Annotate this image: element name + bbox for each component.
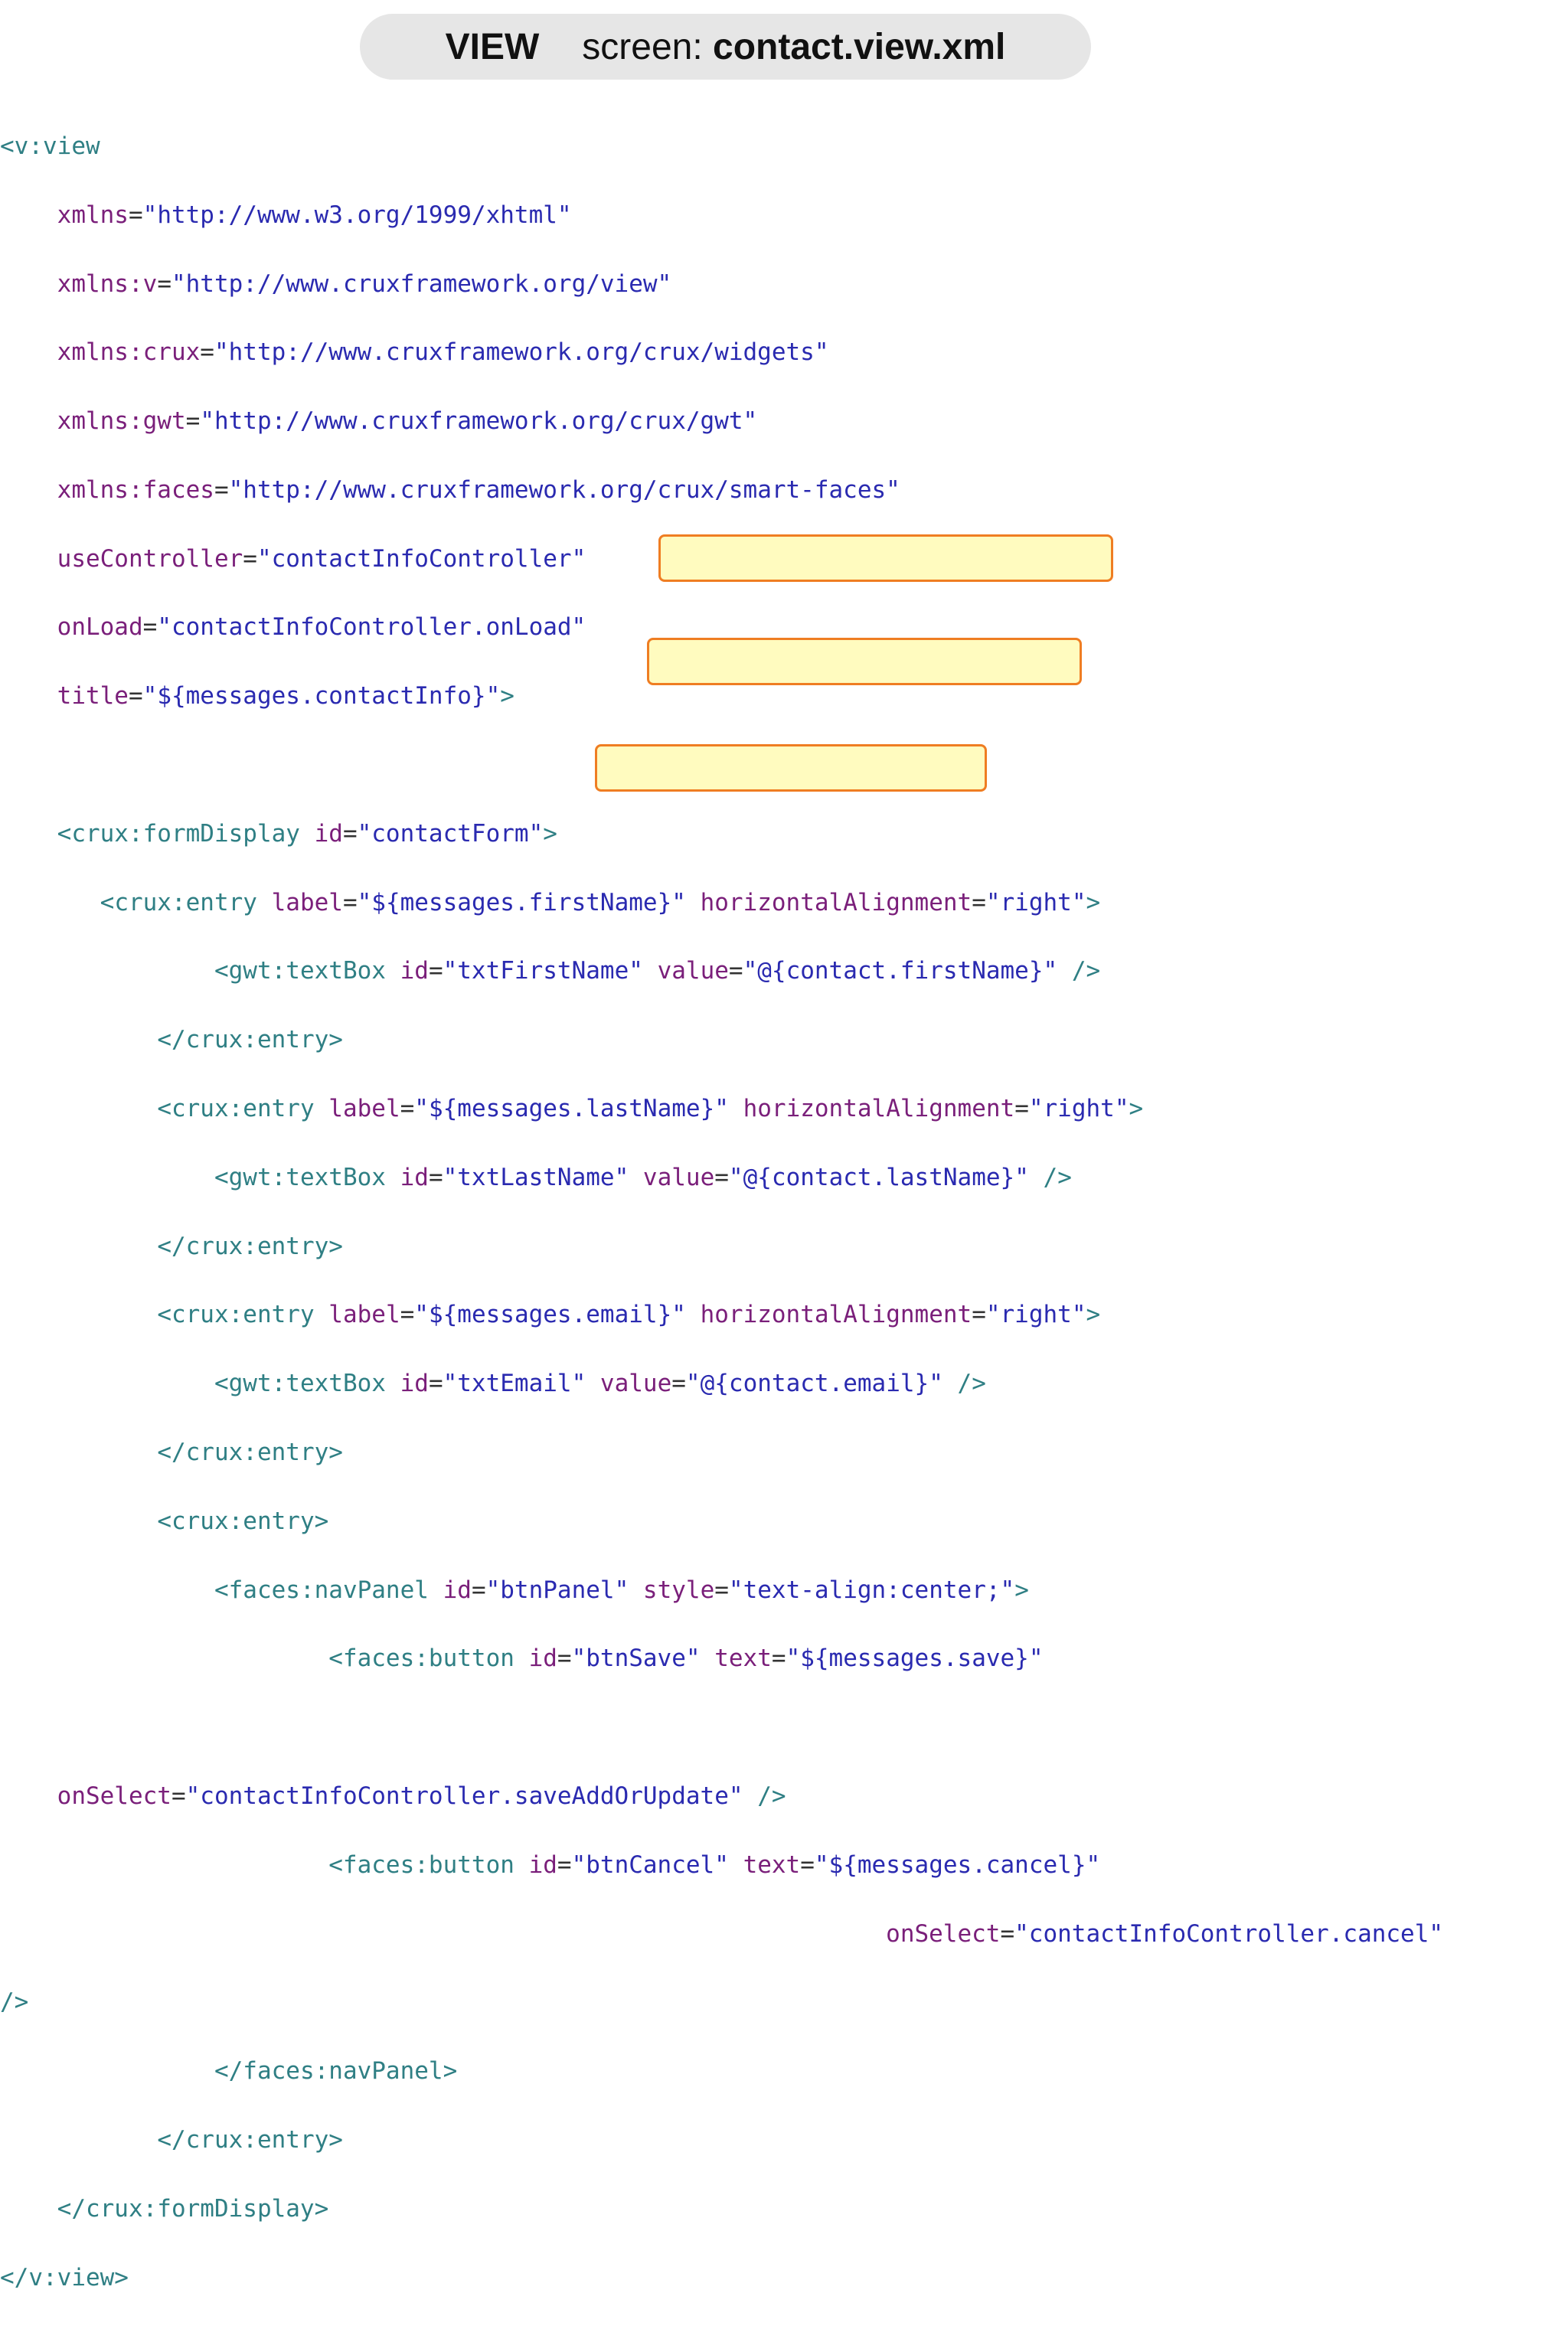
code-line: <gwt:textBox id="txtEmail" value="@{cont… [214, 1370, 986, 1398]
code-line: <faces:button id="btnSave" text="${messa… [328, 1645, 1044, 1673]
code-line: <v:view [0, 132, 100, 160]
code-line: </crux:entry> [157, 1026, 343, 1054]
code-line: <gwt:textBox id="txtLastName" value="@{c… [214, 1163, 1072, 1191]
code-line: </crux:entry> [157, 2126, 343, 2154]
code-line: xmlns:crux="http://www.cruxframework.org… [57, 338, 829, 367]
slide-title: VIEW screen: contact.view.xml [360, 14, 1091, 80]
code-line: /> [0, 1988, 29, 2017]
code-line: </faces:navPanel> [214, 2057, 458, 2086]
code-line: </crux:entry> [157, 1232, 343, 1260]
code-line: <crux:entry> [157, 1507, 329, 1535]
title-filename: contact.view.xml [713, 26, 1006, 67]
code-line: xmlns:faces="http://www.cruxframework.or… [57, 475, 900, 504]
code-line: </v:view> [0, 2263, 129, 2291]
code-line: onLoad="contactInfoController.onLoad" [57, 613, 586, 642]
code-line: </crux:formDisplay> [57, 2194, 329, 2223]
code-line: xmlns:gwt="http://www.cruxframework.org/… [57, 407, 758, 436]
code-line: onSelect="contactInfoController.saveAddO… [57, 1782, 786, 1811]
code-line: </crux:entry> [157, 1439, 343, 1467]
code-line: <faces:navPanel id="btnPanel" style="tex… [214, 1576, 1029, 1604]
code-line: xmlns="http://www.w3.org/1999/xhtml" [57, 201, 572, 229]
code-line: <crux:entry label="${messages.lastName}"… [157, 1095, 1144, 1123]
code-line: <crux:entry label="${messages.firstName}… [100, 888, 1101, 916]
title-view-label: VIEW [445, 26, 540, 67]
code-line: <crux:entry label="${messages.email}" ho… [157, 1301, 1101, 1329]
code-line: <crux:formDisplay id="contactForm"> [57, 819, 557, 848]
xml-code-block: <v:view xmlns="http://www.w3.org/1999/xh… [0, 95, 1568, 2329]
code-line: <faces:button id="btnCancel" text="${mes… [328, 1850, 1101, 1879]
title-screen-label: screen: [582, 26, 703, 67]
code-line: onSelect="contactInfoController.cancel" [886, 1919, 1444, 1948]
code-line: <gwt:textBox id="txtFirstName" value="@{… [214, 957, 1101, 985]
code-line: xmlns:v="http://www.cruxframework.org/vi… [57, 269, 672, 298]
code-line: useController="contactInfoController" [57, 544, 586, 573]
code-line: title="${messages.contactInfo}"> [57, 682, 514, 710]
